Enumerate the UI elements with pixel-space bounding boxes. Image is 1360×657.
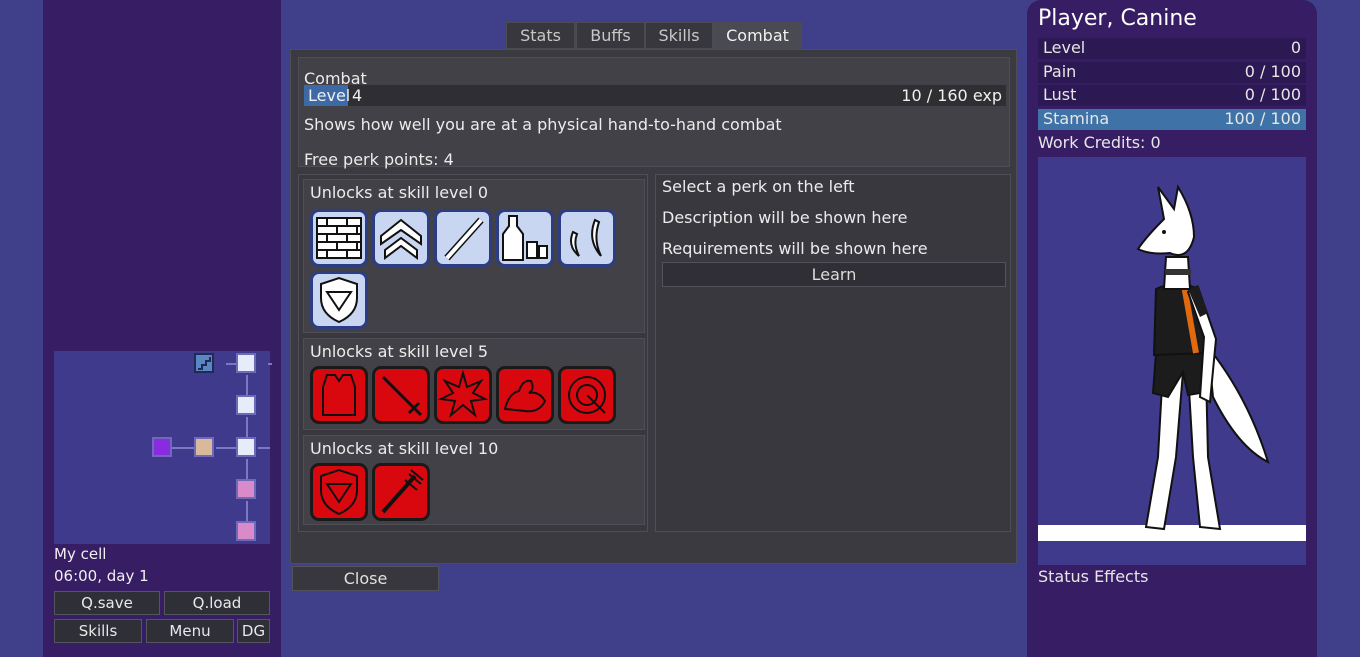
player-name: Player, Canine bbox=[1038, 6, 1197, 31]
stat-stamina: Stamina 100 / 100 bbox=[1038, 109, 1306, 130]
location-name: My cell bbox=[54, 545, 107, 563]
stat-value: 100 / 100 bbox=[1224, 109, 1301, 128]
map-connection bbox=[246, 501, 248, 521]
armor-vest-icon[interactable] bbox=[310, 366, 368, 424]
map-connection bbox=[216, 447, 236, 449]
level-value: 4 bbox=[352, 86, 363, 105]
map-connection bbox=[246, 459, 248, 479]
shield-icon[interactable] bbox=[310, 271, 368, 329]
unlock-group-level-0: Unlocks at skill level 0 bbox=[303, 179, 645, 333]
skills-button[interactable]: Skills bbox=[54, 619, 142, 643]
map-connection bbox=[268, 363, 272, 365]
stat-value: 0 bbox=[1290, 38, 1301, 57]
tab-stats[interactable]: Stats bbox=[506, 22, 575, 49]
quick-save-button[interactable]: Q.save bbox=[54, 591, 160, 615]
exp-value: 10 / 160 exp bbox=[901, 86, 1002, 105]
free-perk-points: Free perk points: 4 bbox=[304, 150, 454, 169]
stat-lust: Lust 0 / 100 bbox=[1038, 85, 1306, 106]
stat-pain: Pain 0 / 100 bbox=[1038, 62, 1306, 83]
unlock-group-title: Unlocks at skill level 10 bbox=[310, 439, 499, 458]
map-room[interactable] bbox=[236, 437, 256, 457]
stat-value: 0 / 100 bbox=[1244, 85, 1301, 104]
level-label: Level bbox=[308, 86, 351, 105]
current-room-marker[interactable] bbox=[194, 437, 214, 457]
claws-icon[interactable] bbox=[558, 209, 616, 267]
stat-label: Lust bbox=[1043, 85, 1077, 104]
stairs-room-icon[interactable] bbox=[194, 353, 214, 373]
unlock-group-title: Unlocks at skill level 0 bbox=[310, 183, 489, 202]
stat-value: 0 / 100 bbox=[1244, 62, 1301, 81]
menu-button[interactable]: Menu bbox=[146, 619, 234, 643]
tab-combat[interactable]: Combat bbox=[713, 22, 802, 49]
unlock-group-level-5: Unlocks at skill level 5 bbox=[303, 338, 645, 430]
map-connection bbox=[258, 447, 270, 449]
flexing-arm-icon[interactable] bbox=[496, 366, 554, 424]
stat-label: Stamina bbox=[1043, 109, 1110, 128]
minimap[interactable] bbox=[54, 351, 272, 544]
level-progress-bar: Level 4 10 / 160 exp bbox=[304, 85, 1006, 106]
stat-label: Level bbox=[1043, 38, 1086, 57]
learn-button[interactable]: Learn bbox=[662, 262, 1006, 287]
skill-header: Combat Level 4 10 / 160 exp Shows how we… bbox=[298, 57, 1010, 169]
red-shield-icon[interactable] bbox=[310, 463, 368, 521]
stat-level: Level 0 bbox=[1038, 38, 1306, 59]
map-room[interactable] bbox=[152, 437, 172, 457]
map-connection bbox=[246, 417, 248, 437]
map-room[interactable] bbox=[236, 479, 256, 499]
left-panel: My cell 06:00, day 1 Q.save Q.load Skill… bbox=[43, 0, 281, 657]
work-credits: Work Credits: 0 bbox=[1038, 133, 1161, 152]
close-button[interactable]: Close bbox=[292, 566, 439, 591]
skill-window: Combat Level 4 10 / 160 exp Shows how we… bbox=[290, 49, 1017, 564]
tab-buffs[interactable]: Buffs bbox=[576, 22, 645, 49]
brick-wall-icon[interactable] bbox=[310, 209, 368, 267]
perk-info-panel: Select a perk on the left Description wi… bbox=[655, 174, 1011, 532]
perk-requirements: Requirements will be shown here bbox=[662, 239, 928, 258]
staff-icon[interactable] bbox=[434, 209, 492, 267]
perk-unlocks-panel: Unlocks at skill level 0 Unlocks at skil… bbox=[298, 174, 648, 532]
dg-button[interactable]: DG bbox=[237, 619, 270, 643]
spiked-club-icon[interactable] bbox=[372, 463, 430, 521]
bottle-and-glass-icon[interactable] bbox=[496, 209, 554, 267]
perk-description: Description will be shown here bbox=[662, 208, 908, 227]
unlock-group-title: Unlocks at skill level 5 bbox=[310, 342, 489, 361]
map-room[interactable] bbox=[236, 521, 256, 541]
map-room[interactable] bbox=[236, 353, 256, 373]
player-panel: Player, Canine Level 0 Pain 0 / 100 Lust… bbox=[1027, 0, 1317, 657]
map-connection bbox=[226, 363, 236, 365]
map-room[interactable] bbox=[236, 395, 256, 415]
unlock-group-level-10: Unlocks at skill level 10 bbox=[303, 435, 645, 525]
player-portrait bbox=[1038, 157, 1306, 565]
tab-skills[interactable]: Skills bbox=[645, 22, 713, 49]
sword-icon[interactable] bbox=[372, 366, 430, 424]
map-connection bbox=[172, 447, 194, 449]
impact-burst-icon[interactable] bbox=[434, 366, 492, 424]
game-time: 06:00, day 1 bbox=[54, 567, 149, 585]
stat-label: Pain bbox=[1043, 62, 1077, 81]
skill-description: Shows how well you are at a physical han… bbox=[304, 115, 782, 134]
whip-icon[interactable] bbox=[558, 366, 616, 424]
perk-select-hint: Select a perk on the left bbox=[662, 177, 855, 196]
rank-chevrons-icon[interactable] bbox=[372, 209, 430, 267]
status-effects-label: Status Effects bbox=[1038, 567, 1149, 586]
map-connection bbox=[246, 375, 248, 395]
quick-load-button[interactable]: Q.load bbox=[164, 591, 270, 615]
